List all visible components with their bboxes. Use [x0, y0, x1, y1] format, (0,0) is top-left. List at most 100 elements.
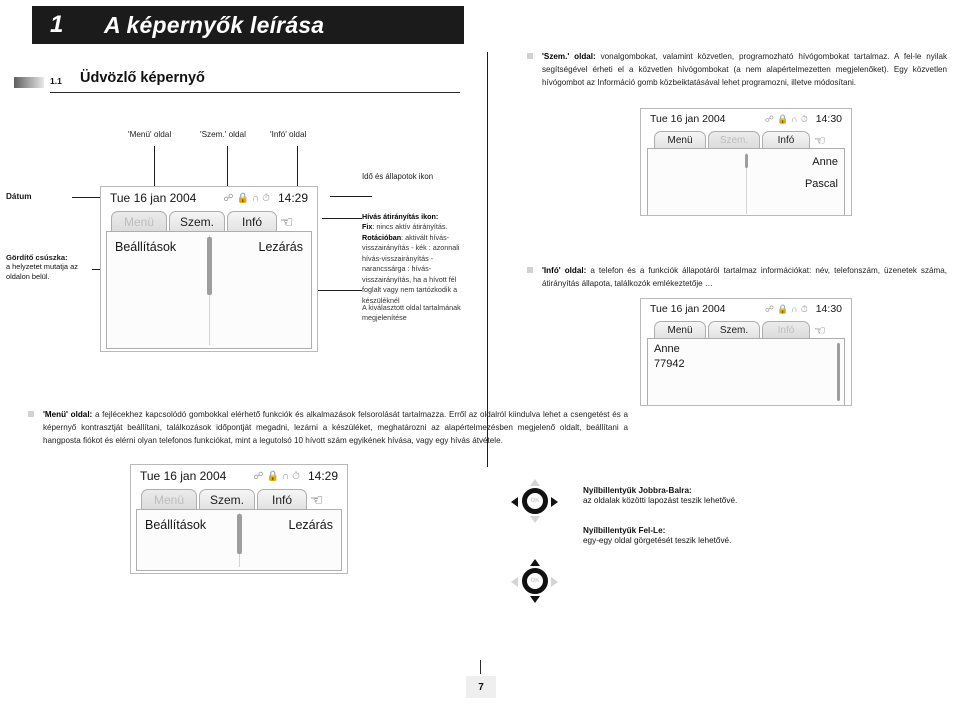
tab-info[interactable]: Infó — [227, 211, 277, 231]
menu-item-settings[interactable]: Beállítások — [115, 240, 176, 254]
scrollbar-thumb[interactable] — [745, 154, 748, 168]
screen-info-small[interactable]: Tue 16 jan 2004 ☍ 🔒 ∩ ⏱ 14:30 Menü Szem.… — [640, 298, 852, 406]
menu-item-lock[interactable]: Lezárás — [289, 518, 333, 532]
call-divert-icon: ☍ — [764, 113, 774, 124]
status-time: 14:30 — [815, 303, 842, 315]
note-menu-page-text: 'Menü' oldal: a fejlécekhez kapcsolódó g… — [43, 408, 628, 447]
screen-column-right: Anne Pascal — [746, 149, 844, 215]
status-date: Tue 16 jan 2004 — [140, 469, 227, 483]
screen-column-left: Anne 77942 — [648, 339, 844, 405]
list-item[interactable]: Pascal — [805, 178, 838, 190]
lock-icon: 🔒 — [777, 113, 789, 124]
arrow-down-icon — [530, 596, 540, 603]
status-bar: Tue 16 jan 2004 ☍ 🔒 ∩ ⏱ 14:30 — [641, 299, 851, 319]
note-menu-page: 'Menü' oldal: a fejlécekhez kapcsolódó g… — [28, 408, 628, 447]
label-menu-page: 'Menü' oldal — [128, 130, 172, 139]
status-bar: Tue 16 jan 2004 ☍ 🔒 ∩ ⏱ 14:29 — [101, 187, 317, 209]
info-name: Anne — [654, 343, 680, 355]
headset-icon: ∩ — [281, 470, 290, 482]
callout-divert-title: Hívás átirányítás ikon: — [362, 212, 439, 221]
tab-szem[interactable]: Szem. — [169, 211, 225, 231]
callout-datum-label: Dátum — [6, 192, 32, 201]
screen-content: Anne Pascal — [647, 148, 845, 215]
arrow-right-icon — [551, 577, 558, 587]
callout-scrollbar-text: a helyzetet mutatja az oldalon belül. — [6, 262, 78, 282]
section-number: 1.1 — [50, 76, 62, 86]
list-item[interactable]: Anne — [812, 156, 838, 168]
tab-menu[interactable]: Menü — [654, 321, 706, 338]
note-info-page-text: 'Infó' oldal: a telefon és a funkciók ál… — [542, 264, 947, 290]
scrollbar-thumb[interactable] — [207, 237, 212, 295]
column-divider — [487, 52, 488, 467]
section-swatch-icon — [14, 77, 44, 88]
screen-content: Anne 77942 — [647, 338, 845, 405]
tab-info[interactable]: Infó — [762, 321, 810, 338]
tab-menu[interactable]: Menü — [654, 131, 706, 148]
chapter-banner: 1 A képernyők leírása — [32, 6, 464, 44]
screen-content: Beállítások Lezárás — [136, 509, 342, 571]
bullet-square-icon — [28, 411, 34, 417]
label-info-page: 'Infó' oldal — [270, 130, 307, 139]
screen-menu-small[interactable]: Tue 16 jan 2004 ☍ 🔒 ∩ ⏱ 14:30 Menü Szem.… — [640, 108, 852, 216]
tab-szem[interactable]: Szem. — [708, 131, 760, 148]
call-divert-icon: ☍ — [253, 470, 264, 482]
note-info-page-body: a telefon és a funkciók állapotáról tart… — [542, 266, 948, 289]
hand-cursor-icon: ☜ — [280, 214, 294, 231]
scrollbar-thumb[interactable] — [237, 514, 242, 554]
callout-divert-fix-text: : nincs aktív átirányítás. — [372, 222, 448, 232]
tab-info[interactable]: Infó — [257, 489, 307, 509]
callout-divert-rot-text: : aktivált hívás-visszairányítás - kék :… — [362, 232, 460, 305]
arrow-left-icon — [511, 497, 518, 507]
lock-icon: 🔒 — [236, 192, 249, 204]
navkey-left-right-title: Nyílbillentyűk Jobbra-Balra: — [583, 486, 692, 495]
menu-item-settings[interactable]: Beállítások — [145, 518, 206, 532]
navkey-up-down-desc: Nyílbillentyűk Fel-Le: egy-egy oldal gör… — [583, 526, 843, 547]
status-icon-group: ☍ 🔒 ∩ ⏱ 14:29 — [253, 469, 338, 483]
screen-menu-bottom[interactable]: Tue 16 jan 2004 ☍ 🔒 ∩ ⏱ 14:29 Menü Szem.… — [130, 464, 348, 574]
hand-cursor-icon: ☜ — [310, 492, 324, 509]
tab-bar: Menü Szem. Infó ☜ — [641, 129, 851, 148]
screen-menu-large[interactable]: Tue 16 jan 2004 ☍ 🔒 ∩ ⏱ 14:29 Menü Szem.… — [100, 186, 318, 352]
note-szem-page: 'Szem.' oldal: vonalgombokat, valamint k… — [527, 50, 947, 89]
screen-column-left: Beállítások — [107, 232, 209, 348]
headset-icon: ∩ — [251, 192, 260, 204]
arrow-up-icon — [530, 559, 540, 566]
menu-item-lock[interactable]: Lezárás — [259, 240, 303, 254]
tab-menu[interactable]: Menü — [111, 211, 167, 231]
callout-scrollbar-title: Gördítő csúszka: — [6, 253, 68, 262]
status-time: 14:30 — [815, 113, 842, 125]
screen-column-right: Lezárás — [239, 510, 341, 570]
status-bar: Tue 16 jan 2004 ☍ 🔒 ∩ ⏱ 14:29 — [131, 465, 347, 487]
chapter-number: 1 — [50, 11, 64, 38]
page-number: 7 — [466, 676, 496, 698]
tab-menu[interactable]: Menü — [141, 489, 197, 509]
arrow-right-icon — [551, 497, 558, 507]
note-szem-page-body: vonalgombokat, valamint közvetlen, progr… — [542, 52, 947, 88]
note-info-page-label: 'Infó' oldal: — [542, 266, 587, 275]
status-date: Tue 16 jan 2004 — [110, 191, 197, 205]
scrollbar-thumb[interactable] — [837, 343, 840, 401]
status-time: 14:29 — [307, 469, 338, 483]
info-number: 77942 — [654, 358, 685, 370]
note-szem-page-label: 'Szem.' oldal: — [542, 52, 596, 61]
tab-bar: Menü Szem. Infó ☜ — [131, 487, 347, 509]
note-info-page: 'Infó' oldal: a telefon és a funkciók ál… — [527, 264, 947, 290]
chapter-title: A képernyők leírása — [104, 11, 325, 38]
tab-szem[interactable]: Szem. — [708, 321, 760, 338]
callout-scrollbar: Gördítő csúszka: a helyzetet mutatja az … — [6, 253, 92, 283]
lock-icon: 🔒 — [266, 470, 279, 482]
callout-divert-fix-label: Fix — [362, 222, 373, 232]
note-menu-page-label: 'Menü' oldal: — [43, 410, 93, 419]
clock-icon: ⏱ — [800, 113, 808, 124]
screen-column-left: Beállítások — [137, 510, 239, 570]
headset-icon: ∩ — [791, 304, 798, 314]
tab-szem[interactable]: Szem. — [199, 489, 255, 509]
status-date: Tue 16 jan 2004 — [650, 303, 726, 315]
status-icon-group: ☍ 🔒 ∩ ⏱ 14:30 — [765, 113, 842, 125]
clock-icon: ⏱ — [800, 303, 808, 314]
navkey-left-right-text: az oldalak közötti lapozást teszik lehet… — [583, 496, 738, 505]
bullet-square-icon — [527, 267, 533, 273]
arrow-left-icon — [511, 577, 518, 587]
callout-status-icons: Idő és állapotok ikon — [362, 172, 434, 181]
tab-info[interactable]: Infó — [762, 131, 810, 148]
